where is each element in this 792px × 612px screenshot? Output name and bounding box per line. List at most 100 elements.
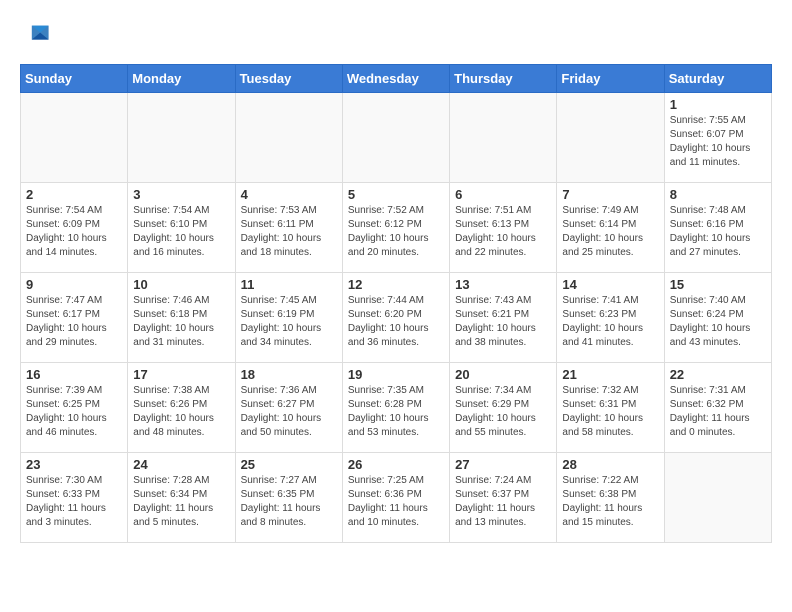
day-number: 2: [26, 187, 122, 202]
day-info: Sunrise: 7:49 AM Sunset: 6:14 PM Dayligh…: [562, 204, 658, 260]
day-number: 25: [241, 457, 337, 472]
day-info: Sunrise: 7:44 AM Sunset: 6:20 PM Dayligh…: [348, 294, 444, 350]
day-info: Sunrise: 7:24 AM Sunset: 6:37 PM Dayligh…: [455, 474, 551, 530]
calendar-table: SundayMondayTuesdayWednesdayThursdayFrid…: [20, 64, 772, 543]
day-number: 19: [348, 367, 444, 382]
day-info: Sunrise: 7:34 AM Sunset: 6:29 PM Dayligh…: [455, 384, 551, 440]
calendar-cell: 23 Sunrise: 7:30 AM Sunset: 6:33 PM Dayli…: [21, 453, 128, 543]
calendar-cell: 19 Sunrise: 7:35 AM Sunset: 6:28 PM Dayli…: [342, 363, 449, 453]
col-header-saturday: Saturday: [664, 65, 771, 93]
day-info: Sunrise: 7:38 AM Sunset: 6:26 PM Dayligh…: [133, 384, 229, 440]
week-row-3: 16 Sunrise: 7:39 AM Sunset: 6:25 PM Dayli…: [21, 363, 772, 453]
day-number: 14: [562, 277, 658, 292]
calendar-cell: 21 Sunrise: 7:32 AM Sunset: 6:31 PM Dayli…: [557, 363, 664, 453]
calendar-cell: 1Sunrise: 7:55 AM Sunset: 6:07 PM Daylig…: [664, 93, 771, 183]
calendar-cell: 26Sunrise: 7:25 AM Sunset: 6:36 PM Dayli…: [342, 453, 449, 543]
day-info: Sunrise: 7:41 AM Sunset: 6:23 PM Dayligh…: [562, 294, 658, 350]
calendar-cell: 28 Sunrise: 7:22 AM Sunset: 6:38 PM Dayli…: [557, 453, 664, 543]
col-header-friday: Friday: [557, 65, 664, 93]
day-info: Sunrise: 7:51 AM Sunset: 6:13 PM Dayligh…: [455, 204, 551, 260]
calendar-header-row: SundayMondayTuesdayWednesdayThursdayFrid…: [21, 65, 772, 93]
week-row-1: 2 Sunrise: 7:54 AM Sunset: 6:09 PM Daylig…: [21, 183, 772, 273]
day-number: 15: [670, 277, 766, 292]
week-row-0: 1Sunrise: 7:55 AM Sunset: 6:07 PM Daylig…: [21, 93, 772, 183]
logo: [20, 20, 50, 48]
day-info: Sunrise: 7:36 AM Sunset: 6:27 PM Dayligh…: [241, 384, 337, 440]
day-info: Sunrise: 7:47 AM Sunset: 6:17 PM Dayligh…: [26, 294, 122, 350]
calendar-cell: 22 Sunrise: 7:31 AM Sunset: 6:32 PM Dayli…: [664, 363, 771, 453]
day-info: Sunrise: 7:39 AM Sunset: 6:25 PM Dayligh…: [26, 384, 122, 440]
day-number: 23: [26, 457, 122, 472]
calendar-cell: 24Sunrise: 7:28 AM Sunset: 6:34 PM Dayli…: [128, 453, 235, 543]
day-number: 11: [241, 277, 337, 292]
day-number: 10: [133, 277, 229, 292]
day-info: Sunrise: 7:46 AM Sunset: 6:18 PM Dayligh…: [133, 294, 229, 350]
col-header-sunday: Sunday: [21, 65, 128, 93]
day-info: Sunrise: 7:40 AM Sunset: 6:24 PM Dayligh…: [670, 294, 766, 350]
calendar-cell: 9 Sunrise: 7:47 AM Sunset: 6:17 PM Daylig…: [21, 273, 128, 363]
calendar-cell: [235, 93, 342, 183]
calendar-cell: 10 Sunrise: 7:46 AM Sunset: 6:18 PM Dayli…: [128, 273, 235, 363]
day-number: 17: [133, 367, 229, 382]
calendar-cell: 12 Sunrise: 7:44 AM Sunset: 6:20 PM Dayli…: [342, 273, 449, 363]
day-info: Sunrise: 7:53 AM Sunset: 6:11 PM Dayligh…: [241, 204, 337, 260]
day-number: 9: [26, 277, 122, 292]
calendar-cell: 11Sunrise: 7:45 AM Sunset: 6:19 PM Dayli…: [235, 273, 342, 363]
day-number: 13: [455, 277, 551, 292]
day-number: 26: [348, 457, 444, 472]
calendar-cell: 17 Sunrise: 7:38 AM Sunset: 6:26 PM Dayli…: [128, 363, 235, 453]
day-number: 27: [455, 457, 551, 472]
week-row-4: 23 Sunrise: 7:30 AM Sunset: 6:33 PM Dayli…: [21, 453, 772, 543]
day-info: Sunrise: 7:48 AM Sunset: 6:16 PM Dayligh…: [670, 204, 766, 260]
day-number: 1: [670, 97, 766, 112]
day-info: Sunrise: 7:27 AM Sunset: 6:35 PM Dayligh…: [241, 474, 337, 530]
col-header-wednesday: Wednesday: [342, 65, 449, 93]
day-number: 21: [562, 367, 658, 382]
day-number: 12: [348, 277, 444, 292]
calendar-cell: [128, 93, 235, 183]
day-number: 20: [455, 367, 551, 382]
day-info: Sunrise: 7:30 AM Sunset: 6:33 PM Dayligh…: [26, 474, 122, 530]
col-header-monday: Monday: [128, 65, 235, 93]
calendar-cell: 18 Sunrise: 7:36 AM Sunset: 6:27 PM Dayli…: [235, 363, 342, 453]
day-number: 28: [562, 457, 658, 472]
calendar-cell: 3Sunrise: 7:54 AM Sunset: 6:10 PM Daylig…: [128, 183, 235, 273]
calendar-cell: 4 Sunrise: 7:53 AM Sunset: 6:11 PM Daylig…: [235, 183, 342, 273]
day-number: 16: [26, 367, 122, 382]
calendar-cell: 13 Sunrise: 7:43 AM Sunset: 6:21 PM Dayli…: [450, 273, 557, 363]
day-number: 22: [670, 367, 766, 382]
day-info: Sunrise: 7:54 AM Sunset: 6:09 PM Dayligh…: [26, 204, 122, 260]
calendar-cell: 8 Sunrise: 7:48 AM Sunset: 6:16 PM Daylig…: [664, 183, 771, 273]
day-number: 18: [241, 367, 337, 382]
calendar-cell: [664, 453, 771, 543]
day-number: 3: [133, 187, 229, 202]
day-info: Sunrise: 7:35 AM Sunset: 6:28 PM Dayligh…: [348, 384, 444, 440]
calendar-cell: 16 Sunrise: 7:39 AM Sunset: 6:25 PM Dayli…: [21, 363, 128, 453]
week-row-2: 9 Sunrise: 7:47 AM Sunset: 6:17 PM Daylig…: [21, 273, 772, 363]
calendar-cell: 27 Sunrise: 7:24 AM Sunset: 6:37 PM Dayli…: [450, 453, 557, 543]
day-number: 7: [562, 187, 658, 202]
logo-icon: [22, 20, 50, 48]
day-number: 4: [241, 187, 337, 202]
day-number: 8: [670, 187, 766, 202]
day-info: Sunrise: 7:43 AM Sunset: 6:21 PM Dayligh…: [455, 294, 551, 350]
calendar-cell: [557, 93, 664, 183]
day-info: Sunrise: 7:32 AM Sunset: 6:31 PM Dayligh…: [562, 384, 658, 440]
calendar-cell: 20 Sunrise: 7:34 AM Sunset: 6:29 PM Dayli…: [450, 363, 557, 453]
day-info: Sunrise: 7:28 AM Sunset: 6:34 PM Dayligh…: [133, 474, 229, 530]
calendar-cell: 14 Sunrise: 7:41 AM Sunset: 6:23 PM Dayli…: [557, 273, 664, 363]
calendar-cell: [342, 93, 449, 183]
calendar-cell: [21, 93, 128, 183]
day-number: 6: [455, 187, 551, 202]
calendar-cell: 7 Sunrise: 7:49 AM Sunset: 6:14 PM Daylig…: [557, 183, 664, 273]
day-info: Sunrise: 7:22 AM Sunset: 6:38 PM Dayligh…: [562, 474, 658, 530]
calendar-cell: 15 Sunrise: 7:40 AM Sunset: 6:24 PM Dayli…: [664, 273, 771, 363]
calendar-cell: 6 Sunrise: 7:51 AM Sunset: 6:13 PM Daylig…: [450, 183, 557, 273]
calendar-cell: 5Sunrise: 7:52 AM Sunset: 6:12 PM Daylig…: [342, 183, 449, 273]
page-header: [20, 20, 772, 48]
col-header-tuesday: Tuesday: [235, 65, 342, 93]
calendar-cell: 25 Sunrise: 7:27 AM Sunset: 6:35 PM Dayli…: [235, 453, 342, 543]
day-info: Sunrise: 7:31 AM Sunset: 6:32 PM Dayligh…: [670, 384, 766, 440]
calendar-cell: [450, 93, 557, 183]
day-number: 5: [348, 187, 444, 202]
